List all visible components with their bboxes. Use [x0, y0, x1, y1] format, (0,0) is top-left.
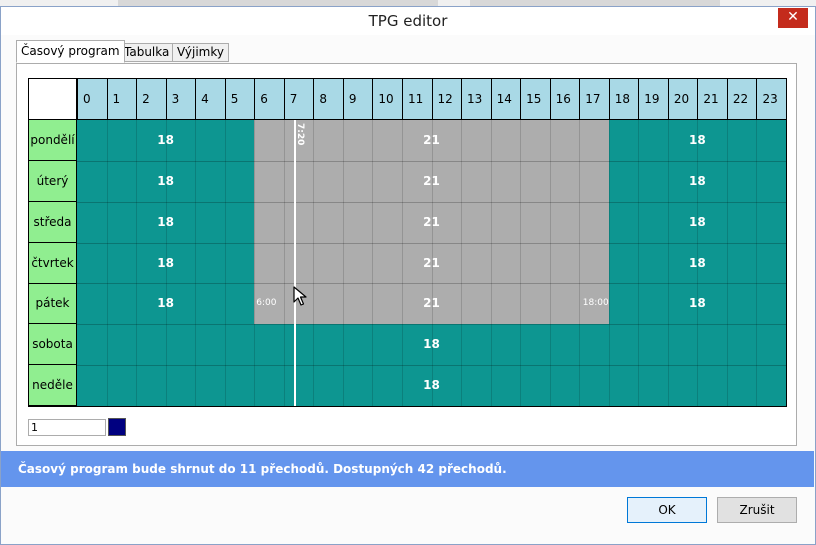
grid-line — [77, 160, 786, 162]
number-input[interactable] — [28, 419, 106, 436]
grid-line — [342, 120, 344, 406]
hour-label: 8 — [313, 79, 343, 119]
hour-label: 17 — [579, 79, 609, 119]
day-label[interactable]: úterý — [29, 161, 76, 202]
grid-line — [77, 283, 786, 285]
temperature-label: 18 — [689, 214, 706, 229]
day-label[interactable]: sobota — [29, 324, 76, 366]
schedule-cells[interactable]: 18 21 18 18 21 18 18 21 18 18 21 18 18 21 18 18 18 6:00 18… — [77, 120, 786, 406]
hour-label: 12 — [431, 79, 462, 119]
hour-label: 5 — [224, 79, 255, 119]
hour-header: 0 1 2 3 4 5 6 7 8 9 10 11 12 13 14 15 16 17 18 19 20 21 22 23 — [77, 79, 786, 120]
temperature-label: 18 — [689, 133, 706, 147]
time-cursor-line[interactable] — [293, 120, 296, 406]
hour-label: 4 — [195, 79, 225, 119]
status-bar: Časový program bude shrnut do 11 přechod… — [1, 451, 814, 487]
day-label[interactable]: pátek — [29, 283, 76, 325]
tab-vyjimky[interactable]: Výjimky — [172, 43, 229, 62]
grid-line — [77, 242, 786, 244]
comfort-start-label: 6:00 — [256, 298, 277, 309]
window-title: TPG editor — [368, 12, 448, 30]
day-label[interactable]: středa — [29, 202, 76, 243]
temperature-label: 18 — [689, 296, 706, 311]
day-label[interactable]: pondělí — [29, 120, 76, 161]
grid-line — [77, 201, 786, 203]
grid-line — [726, 120, 728, 406]
temperature-label: 18 — [157, 133, 174, 147]
grid-line — [195, 120, 197, 406]
grid-corner — [29, 79, 77, 120]
temperature-label: 18 — [689, 173, 706, 188]
grid-line — [136, 120, 138, 406]
grid-line — [520, 120, 522, 406]
grid-line — [106, 120, 108, 406]
grid-line — [667, 120, 669, 406]
day-label[interactable]: neděle — [29, 365, 76, 407]
temperature-label: 18 — [689, 255, 706, 270]
hour-label: 23 — [756, 79, 786, 119]
grid-line — [313, 120, 315, 406]
temperature-label: 18 — [157, 296, 174, 311]
grid-line — [401, 120, 403, 406]
grid-line — [490, 120, 492, 406]
grid-line — [224, 120, 226, 406]
hour-label: 9 — [342, 79, 373, 119]
hour-label: 22 — [726, 79, 757, 119]
day-label[interactable]: čtvrtek — [29, 243, 76, 284]
grid-line — [283, 120, 285, 406]
schedule-grid: 0 1 2 3 4 5 6 7 8 9 10 11 12 13 14 15 16 17 18 19 20 21 22 23 p… — [28, 78, 787, 407]
grid-line — [608, 120, 610, 406]
cursor-time-label: 7:20 — [294, 123, 305, 146]
color-picker-swatch[interactable] — [108, 418, 126, 436]
grid-line — [254, 120, 256, 406]
close-icon: ✕ — [787, 9, 799, 25]
temperature-label: 18 — [157, 214, 174, 229]
hour-label: 1 — [106, 79, 137, 119]
hour-label: 7 — [283, 79, 314, 119]
grid-line — [756, 120, 758, 406]
temperature-label: 18 — [423, 378, 440, 393]
temperature-label: 21 — [423, 296, 440, 311]
hour-label: 13 — [461, 79, 491, 119]
tab-tabulka[interactable]: Tabulka — [119, 43, 175, 62]
ok-button[interactable]: OK — [627, 497, 707, 523]
hour-label: 2 — [136, 79, 166, 119]
close-button[interactable]: ✕ — [778, 8, 808, 28]
hour-label: 16 — [549, 79, 580, 119]
grid-line — [372, 120, 374, 406]
grid-line — [579, 120, 581, 406]
hour-label: 3 — [165, 79, 196, 119]
hour-label: 19 — [638, 79, 668, 119]
hour-label: 10 — [372, 79, 402, 119]
tab-casovy-program[interactable]: Časový program — [16, 40, 125, 63]
temperature-label: 21 — [423, 173, 440, 188]
comfort-end-label: 18:00 — [582, 298, 609, 309]
grid-line — [77, 324, 786, 326]
hour-label: 6 — [254, 79, 284, 119]
hour-label: 15 — [520, 79, 550, 119]
hour-label: 21 — [697, 79, 727, 119]
temperature-label: 18 — [157, 173, 174, 188]
title-bar: TPG editor ✕ — [1, 7, 815, 35]
temperature-label: 18 — [423, 337, 440, 352]
grid-line — [549, 120, 551, 406]
temperature-label: 18 — [157, 255, 174, 270]
temperature-label: 21 — [423, 214, 440, 229]
hour-label: 18 — [608, 79, 639, 119]
grid-line — [77, 365, 786, 367]
grid-line — [638, 120, 640, 406]
cancel-button[interactable]: Zrušit — [717, 497, 797, 523]
hour-label: 20 — [667, 79, 698, 119]
hour-label: 0 — [77, 79, 107, 119]
temperature-label: 21 — [423, 133, 440, 147]
mouse-pointer-icon — [293, 286, 307, 306]
grid-line — [461, 120, 463, 406]
hour-label: 14 — [490, 79, 521, 119]
temperature-label: 21 — [423, 255, 440, 270]
hour-label: 11 — [401, 79, 432, 119]
day-header: pondělí úterý středa čtvrtek pátek sobota nedě… — [29, 120, 77, 407]
